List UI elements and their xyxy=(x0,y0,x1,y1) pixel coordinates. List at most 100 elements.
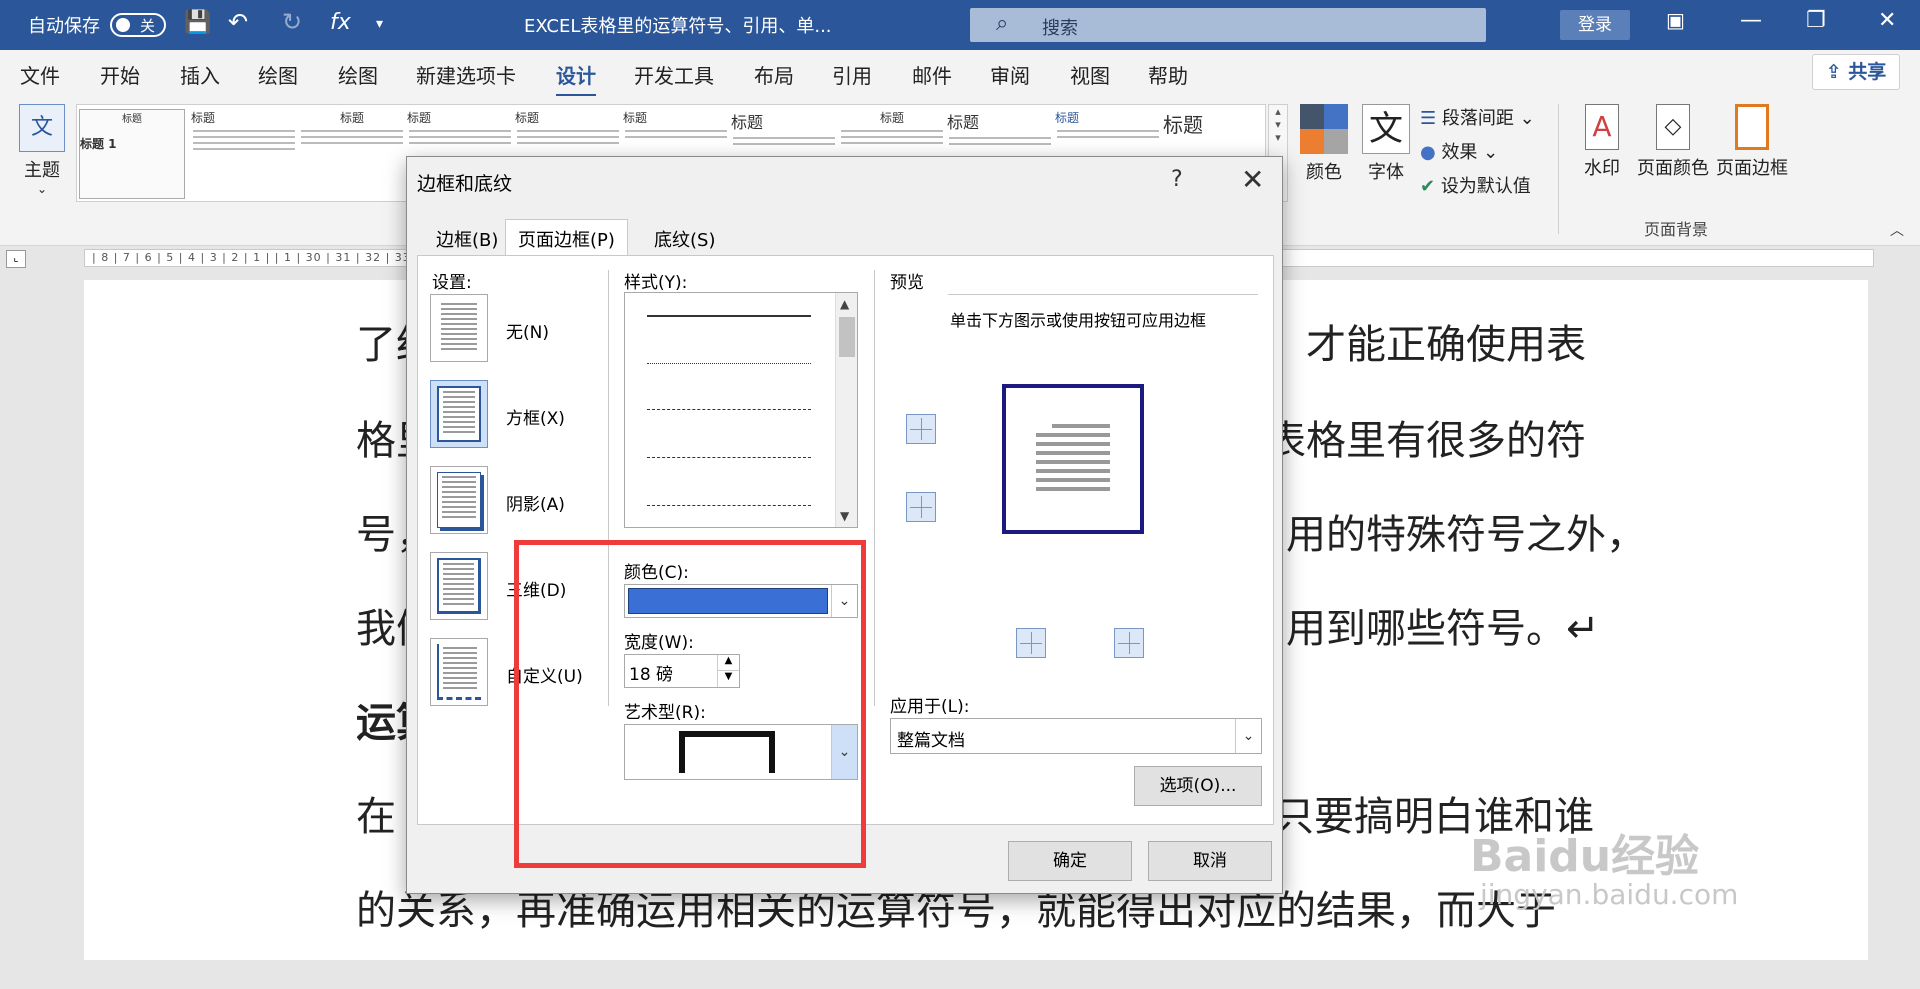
document-line: 用到哪些符号。↵ xyxy=(1286,606,1600,652)
gallery-item-title: 标题 xyxy=(623,111,648,125)
ribbon-display-icon[interactable]: ▣ xyxy=(1666,8,1685,32)
setting-custom-icon[interactable] xyxy=(430,638,488,706)
page-borders-button[interactable]: 页面边框 xyxy=(1714,104,1790,180)
collapse-ribbon-icon[interactable]: ︿ xyxy=(1890,220,1904,240)
setting-box-icon[interactable] xyxy=(430,380,488,448)
style-list[interactable]: ▲ ▼ xyxy=(624,292,858,528)
tab-help[interactable]: 帮助 xyxy=(1148,60,1188,89)
preview-page[interactable] xyxy=(1002,384,1144,534)
preview-rule xyxy=(948,294,1258,295)
ribbon-tabs: 文件 开始 插入 绘图 绘图 新建选项卡 设计 开发工具 布局 引用 邮件 审阅… xyxy=(0,50,1920,97)
fonts-button[interactable]: 文 字体 xyxy=(1358,104,1414,184)
gallery-item-title: 标题 xyxy=(1055,111,1080,125)
restore-icon[interactable]: ❐ xyxy=(1806,8,1826,33)
tab-home[interactable]: 开始 xyxy=(100,60,140,89)
options-button[interactable]: 选项(O)... xyxy=(1134,766,1262,806)
right-border-button[interactable] xyxy=(1114,628,1144,658)
document-title[interactable]: EXCEL表格里的运算符号、引用、单... xyxy=(524,12,832,38)
scroll-thumb[interactable] xyxy=(839,317,855,357)
document-line: 表格里有很多的符 xyxy=(1266,418,1586,464)
tab-draw[interactable]: 绘图 xyxy=(258,60,298,89)
customize-qat-icon[interactable]: ▾ xyxy=(376,16,383,32)
close-window-icon[interactable]: ✕ xyxy=(1878,8,1896,33)
cancel-button[interactable]: 取消 xyxy=(1148,841,1272,881)
colors-label: 颜色 xyxy=(1306,162,1342,183)
tab-new[interactable]: 新建选项卡 xyxy=(416,60,516,89)
style-dash-dot[interactable] xyxy=(647,505,811,506)
setting-box-label[interactable]: 方框(X) xyxy=(506,404,565,429)
tab-design[interactable]: 设计 xyxy=(556,60,596,97)
chevron-down-icon: ⌄ xyxy=(36,182,48,196)
gallery-item-title: 标题 xyxy=(122,114,142,125)
gallery-item[interactable]: 标题 xyxy=(191,109,297,199)
setting-none-label[interactable]: 无(N) xyxy=(506,318,549,343)
tab-references[interactable]: 引用 xyxy=(832,60,872,89)
setting-none-icon[interactable] xyxy=(430,294,488,362)
paragraph-spacing-label: 段落间距 xyxy=(1441,108,1514,129)
effects-button[interactable]: ● 效果 ⌄ xyxy=(1420,138,1498,164)
style-dashed-small[interactable] xyxy=(647,409,811,410)
autosave-toggle[interactable]: 关 xyxy=(110,13,166,37)
document-line: 才能正确使用表 xyxy=(1306,322,1586,368)
gallery-item[interactable]: 标题 标题 1 xyxy=(79,109,185,199)
tab-insert[interactable]: 插入 xyxy=(180,60,220,89)
ribbon-divider xyxy=(1558,104,1559,234)
style-dotted[interactable] xyxy=(647,363,811,364)
setting-3d-icon[interactable] xyxy=(430,552,488,620)
tab-view[interactable]: 视图 xyxy=(1070,60,1110,89)
undo-icon[interactable]: ↶ xyxy=(228,8,248,36)
theme-icon: 文 xyxy=(19,104,65,152)
setting-shadow-icon[interactable] xyxy=(430,466,488,534)
function-icon[interactable]: fx xyxy=(330,10,351,35)
style-dashed[interactable] xyxy=(647,457,811,458)
redo-icon[interactable]: ↻ xyxy=(282,8,302,36)
page-borders-icon xyxy=(1735,104,1769,150)
tab-layout[interactable]: 布局 xyxy=(754,60,794,89)
watermark-button[interactable]: A 水印 xyxy=(1574,104,1630,180)
gallery-item[interactable]: 标题 xyxy=(299,109,405,199)
ok-button[interactable]: 确定 xyxy=(1008,841,1132,881)
save-icon[interactable]: 💾 xyxy=(184,10,211,35)
tab-review[interactable]: 审阅 xyxy=(990,60,1030,89)
fonts-icon: 文 xyxy=(1362,104,1410,154)
colors-icon xyxy=(1300,104,1348,154)
setting-shadow-label[interactable]: 阴影(A) xyxy=(506,490,565,515)
themes-button[interactable]: 文 主题 ⌄ xyxy=(14,104,70,196)
document-line: 用的特殊符号之外， xyxy=(1286,512,1646,558)
style-scrollbar[interactable]: ▲ ▼ xyxy=(835,293,857,527)
tab-borders[interactable]: 边框(B) xyxy=(423,219,511,255)
bottom-border-button[interactable] xyxy=(906,492,936,522)
tab-mailings[interactable]: 邮件 xyxy=(912,60,952,89)
login-button[interactable]: 登录 xyxy=(1560,10,1630,40)
tab-developer[interactable]: 开发工具 xyxy=(634,60,714,89)
set-default-button[interactable]: ✔ 设为默认值 xyxy=(1420,172,1531,198)
gallery-item-title: 标题 xyxy=(879,111,904,125)
tab-shading[interactable]: 底纹(S) xyxy=(641,219,728,255)
group-label-page-background: 页面背景 xyxy=(1644,220,1709,239)
page-color-button[interactable]: ◇ 页面颜色 xyxy=(1636,104,1710,180)
tab-file[interactable]: 文件 xyxy=(20,60,60,89)
share-icon: ⇪ xyxy=(1825,61,1849,83)
scroll-up-icon[interactable]: ▲ xyxy=(840,297,849,311)
apply-to-dropdown[interactable]: 整篇文档 ⌄ xyxy=(890,718,1262,754)
share-button[interactable]: ⇪ 共享 xyxy=(1812,54,1900,90)
colors-button[interactable]: 颜色 xyxy=(1294,104,1354,184)
left-border-button[interactable] xyxy=(1016,628,1046,658)
top-border-button[interactable] xyxy=(906,414,936,444)
apply-to-value: 整篇文档 xyxy=(897,731,965,751)
help-icon[interactable]: ? xyxy=(1171,167,1183,192)
search-box[interactable]: ⌕ 搜索 xyxy=(970,8,1486,42)
tab-page-border[interactable]: 页面边框(P) xyxy=(505,219,628,255)
style-solid[interactable] xyxy=(647,315,811,317)
tab-selector-icon[interactable]: ⌞ xyxy=(6,250,26,268)
scroll-down-icon[interactable]: ▼ xyxy=(840,509,849,523)
minimize-icon[interactable]: — xyxy=(1740,8,1762,33)
autosave-state: 关 xyxy=(140,17,156,35)
tab-draw-2[interactable]: 绘图 xyxy=(338,60,378,89)
gallery-item-title: 标题 xyxy=(191,111,216,125)
paragraph-spacing-button[interactable]: ☰ 段落间距 ⌄ xyxy=(1420,104,1535,130)
style-label: 样式(Y): xyxy=(624,273,688,293)
chevron-down-icon: ⌄ xyxy=(1235,719,1261,753)
close-icon[interactable]: ✕ xyxy=(1241,163,1264,196)
dialog-title: 边框和底纹 xyxy=(417,173,513,195)
